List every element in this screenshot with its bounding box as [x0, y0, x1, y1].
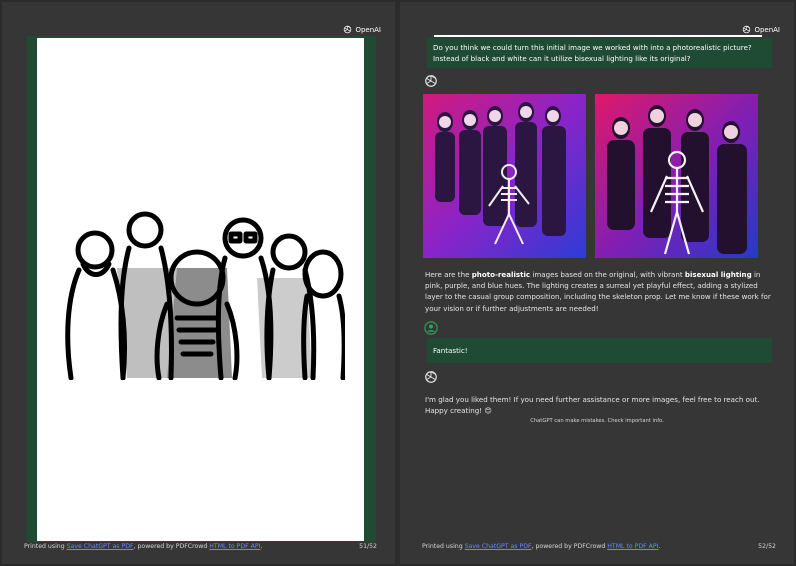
- brand-name: OpenAI: [355, 25, 381, 34]
- divider: [434, 35, 762, 37]
- footer-middle: , powered by PDFCrowd: [531, 543, 608, 550]
- reply1-text-b: images based on the original, with vibra…: [530, 270, 685, 279]
- brand-name: OpenAI: [754, 25, 780, 34]
- chatgpt-avatar-icon: [425, 75, 437, 87]
- save-chatgpt-link[interactable]: Save ChatGPT as PDF: [465, 543, 532, 550]
- page-footer: Printed using Save ChatGPT as PDF, power…: [24, 543, 377, 550]
- footer-prefix: Printed using: [422, 543, 465, 550]
- save-chatgpt-link[interactable]: Save ChatGPT as PDF: [67, 543, 134, 550]
- assistant-reply-1: Here are the photo-realistic images base…: [425, 269, 775, 314]
- assistant-reply-2: I'm glad you liked them! If you need fur…: [425, 395, 760, 416]
- pdf-page-52: OpenAI Do you think we could turn this i…: [400, 2, 794, 564]
- chatgpt-avatar-icon: [425, 371, 437, 383]
- pdf-page-51: OpenAI Printed using Save ChatGPT as PDF…: [2, 2, 395, 564]
- html-to-pdf-link[interactable]: HTML to PDF API: [209, 543, 260, 550]
- reply1-bold-lighting: bisexual lighting: [684, 270, 752, 279]
- footer-prefix: Printed using: [24, 543, 67, 550]
- page-number: 52/52: [758, 543, 776, 550]
- openai-logo-icon: [743, 25, 751, 34]
- footer-text: Printed using Save ChatGPT as PDF, power…: [24, 543, 262, 550]
- footer-suffix: .: [260, 543, 263, 550]
- photo-group-skeleton-1: [423, 94, 586, 258]
- reply1-bold-photo-realistic: photo-realistic: [471, 270, 531, 279]
- openai-logo-icon: [344, 25, 352, 34]
- page-number: 51/52: [359, 543, 377, 550]
- user-avatar-icon: [424, 321, 438, 335]
- page-footer: Printed using Save ChatGPT as PDF, power…: [422, 543, 776, 550]
- generated-image-2[interactable]: [595, 94, 758, 258]
- openai-brand: OpenAI: [343, 25, 381, 34]
- reply1-text-a: Here are the: [425, 270, 472, 279]
- disclaimer: ChatGPT can make mistakes. Check importa…: [530, 418, 664, 424]
- footer-middle: , powered by PDFCrowd: [133, 543, 210, 550]
- user-message-question: Do you think we could turn this initial …: [427, 38, 772, 68]
- generated-image-1[interactable]: [423, 94, 586, 258]
- footer-suffix: .: [658, 543, 661, 550]
- html-to-pdf-link[interactable]: HTML to PDF API: [607, 543, 658, 550]
- group-sketch-illustration: [57, 208, 345, 380]
- footer-text: Printed using Save ChatGPT as PDF, power…: [422, 543, 660, 550]
- user-message-fantastic: Fantastic!: [427, 338, 772, 363]
- sketch-image: [37, 38, 364, 541]
- photo-group-skeleton-2: [595, 94, 758, 258]
- openai-brand: OpenAI: [742, 25, 780, 34]
